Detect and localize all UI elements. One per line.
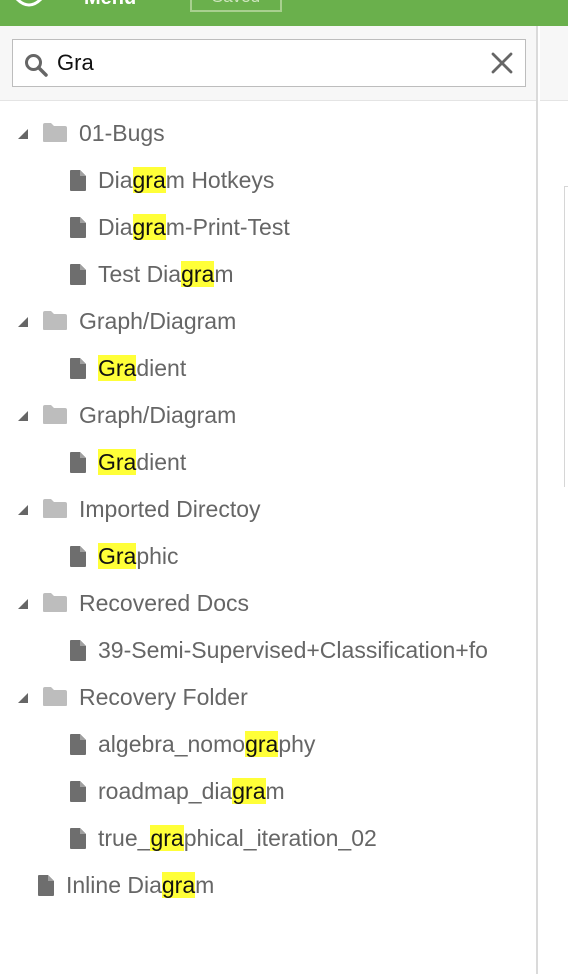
file-label-text: m-Print-Test [165, 214, 290, 240]
file-tree-panel: 01-BugsDiagram HotkeysDiagram-Print-Test… [0, 26, 538, 974]
editor-pane [540, 26, 568, 974]
file-label-text: dient [136, 355, 187, 381]
file-label: roadmap_diagram [98, 768, 285, 815]
search-bar [0, 26, 536, 101]
editor-card-edge [564, 186, 568, 487]
search-match-highlight: gra [181, 261, 215, 287]
file-label: Test Diagram [98, 251, 234, 298]
folder-label: Recovered Docs [79, 590, 250, 616]
search-input[interactable] [57, 46, 477, 80]
file-label: Gradient [98, 439, 186, 486]
file-label-text: roadmap_dia [98, 778, 233, 804]
saved-status-badge: Saved [190, 0, 282, 12]
file-label-text: m [214, 261, 234, 287]
file-label: 39-Semi-Supervised+Classification+fo [98, 627, 488, 674]
folder-icon [43, 687, 67, 706]
search-match-highlight: Gra [98, 543, 137, 569]
file-label-text: phical_iteration_02 [183, 825, 377, 851]
top-bar: Menu Saved [0, 0, 568, 26]
folder-label: Recovery Folder [79, 684, 248, 710]
search-match-highlight: gra [161, 872, 196, 898]
search-box[interactable] [12, 39, 526, 87]
document-icon [70, 170, 86, 191]
search-match-highlight: gra [150, 825, 184, 851]
folder-icon [43, 123, 67, 142]
folder-label: Imported Directoy [79, 496, 261, 522]
search-match-highlight: Gra [98, 355, 137, 381]
file-label: Diagram-Print-Test [98, 204, 290, 251]
expand-toggle-icon[interactable] [17, 504, 29, 516]
tree-file-row[interactable]: Diagram-Print-Test [0, 204, 536, 251]
menu-button[interactable]: Menu [84, 0, 136, 8]
document-icon [70, 640, 86, 661]
tree-file-row[interactable]: Inline Diagram [0, 862, 536, 909]
document-icon [70, 217, 86, 238]
expand-toggle-icon[interactable] [17, 692, 29, 704]
search-match-highlight: gra [132, 214, 166, 240]
app-logo-icon[interactable] [14, 0, 44, 10]
folder-label: 01-Bugs [79, 120, 165, 146]
folder-icon [43, 593, 67, 612]
editor-toolbar [540, 26, 568, 101]
file-label-text: dient [136, 449, 187, 475]
folder-icon [43, 405, 67, 424]
search-match-highlight: gra [232, 778, 266, 804]
folder-icon [43, 311, 67, 330]
document-icon [70, 734, 86, 755]
file-label-text: m [265, 778, 285, 804]
file-label-text: phic [136, 543, 179, 569]
search-icon [25, 54, 48, 77]
expand-toggle-icon[interactable] [17, 316, 29, 328]
file-label: true_graphical_iteration_02 [98, 815, 377, 862]
tree-file-row[interactable]: Diagram Hotkeys [0, 157, 536, 204]
file-label-text: phy [278, 731, 316, 757]
expand-toggle-icon[interactable] [17, 410, 29, 422]
file-label-text: Dia [98, 214, 133, 240]
file-label: Graphic [98, 533, 179, 580]
file-label: algebra_nomography [98, 721, 315, 768]
tree-file-row[interactable]: Gradient [0, 439, 536, 486]
tree-file-row[interactable]: roadmap_diagram [0, 768, 536, 815]
folder-label: Graph/Diagram [79, 402, 237, 428]
clear-search-icon[interactable] [489, 50, 515, 76]
search-match-highlight: gra [132, 167, 166, 193]
tree-file-row[interactable]: Test Diagram [0, 251, 536, 298]
tree-file-row[interactable]: Graphic [0, 533, 536, 580]
file-label-text: m Hotkeys [165, 167, 275, 193]
tree-folder-row[interactable]: Graph/Diagram [0, 298, 536, 345]
document-icon [70, 264, 86, 285]
file-label: Gradient [98, 345, 186, 392]
file-label-text: algebra_nomo [98, 731, 246, 757]
tree-file-row[interactable]: 39-Semi-Supervised+Classification+fo [0, 627, 536, 674]
search-match-highlight: Gra [98, 449, 137, 475]
folder-label: Graph/Diagram [79, 308, 237, 334]
file-label-text: m [195, 872, 215, 898]
file-label: Diagram Hotkeys [98, 157, 274, 204]
file-label-text: Dia [98, 167, 133, 193]
file-label-text: 39-Semi-Supervised+Classification+fo [98, 637, 488, 663]
tree-folder-row[interactable]: Recovery Folder [0, 674, 536, 721]
document-icon [70, 546, 86, 567]
document-icon [70, 358, 86, 379]
document-icon [70, 828, 86, 849]
tree-file-row[interactable]: true_graphical_iteration_02 [0, 815, 536, 862]
file-label: Inline Diagram [66, 862, 214, 909]
expand-toggle-icon[interactable] [17, 598, 29, 610]
document-icon [70, 781, 86, 802]
tree-file-row[interactable]: Gradient [0, 345, 536, 392]
expand-toggle-icon[interactable] [17, 128, 29, 140]
file-label-text: Test Dia [98, 261, 182, 287]
search-match-highlight: gra [245, 731, 279, 757]
tree-folder-row[interactable]: Graph/Diagram [0, 392, 536, 439]
tree-folder-row[interactable]: 01-Bugs [0, 110, 536, 157]
file-label-text: Inline Dia [66, 872, 162, 898]
document-icon [70, 452, 86, 473]
folder-icon [43, 499, 67, 518]
tree-file-row[interactable]: algebra_nomography [0, 721, 536, 768]
tree-folder-row[interactable]: Imported Directoy [0, 486, 536, 533]
document-icon [38, 875, 54, 896]
tree-folder-row[interactable]: Recovered Docs [0, 580, 536, 627]
file-label-text: true_ [98, 825, 151, 851]
